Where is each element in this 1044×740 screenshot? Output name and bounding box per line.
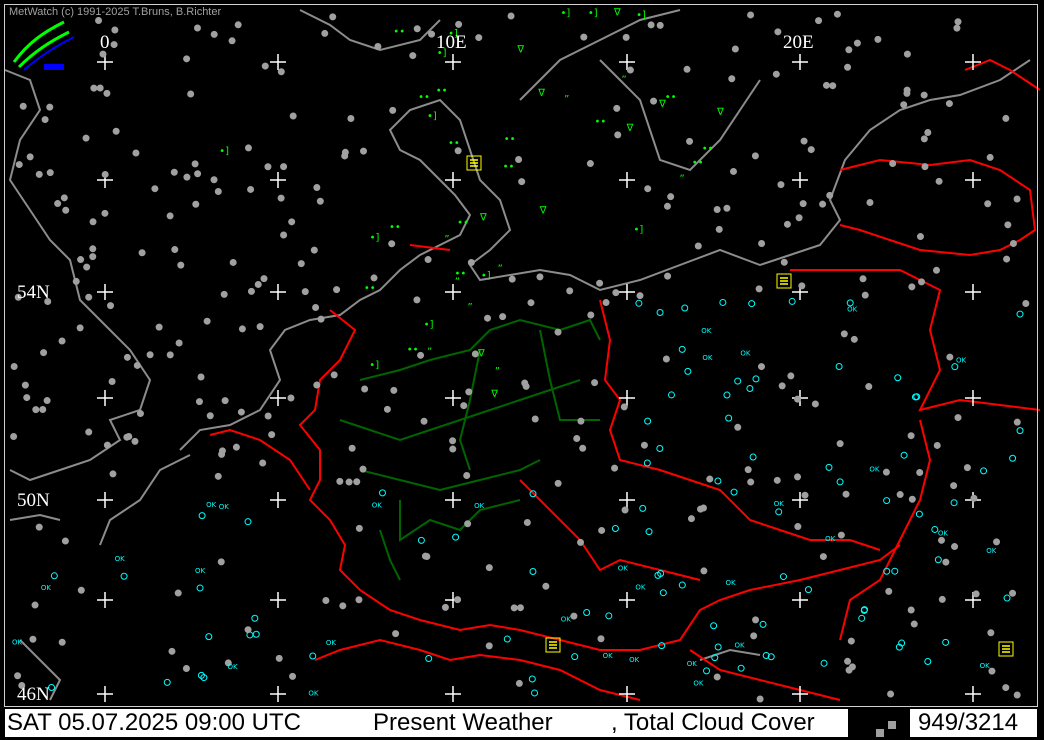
overlay-text: , Total Cloud Cover: [611, 709, 815, 736]
lat-label-54n: 54N: [17, 282, 50, 303]
lon-label-0: 0: [100, 32, 110, 53]
station-count: 949/3214: [918, 709, 1019, 736]
lon-label-20e: 20E: [783, 32, 814, 53]
lon-label-10e: 10E: [436, 32, 467, 53]
lat-label-50n: 50N: [17, 490, 50, 511]
lat-label-46n: 46N: [17, 684, 50, 705]
legend-square-icon: [888, 721, 896, 729]
status-bar: SAT 05.07.2025 09:00 UTC Present Weather…: [4, 708, 1038, 738]
copyright-text: MetWatch (c) 1991-2025 T.Bruns, B.Richte…: [9, 6, 222, 18]
legend-swatch: [848, 709, 910, 737]
legend-square-icon: [876, 729, 884, 737]
metwatch-window: OK” •] •] OK OK •• OK OK •] OK ∇” OK” OK” OK OK ∇ •• •• ••…: [0, 0, 1044, 740]
product-text: Present Weather: [373, 709, 553, 736]
datetime-text: SAT 05.07.2025 09:00 UTC: [7, 709, 301, 736]
map-frame: [4, 4, 1038, 707]
